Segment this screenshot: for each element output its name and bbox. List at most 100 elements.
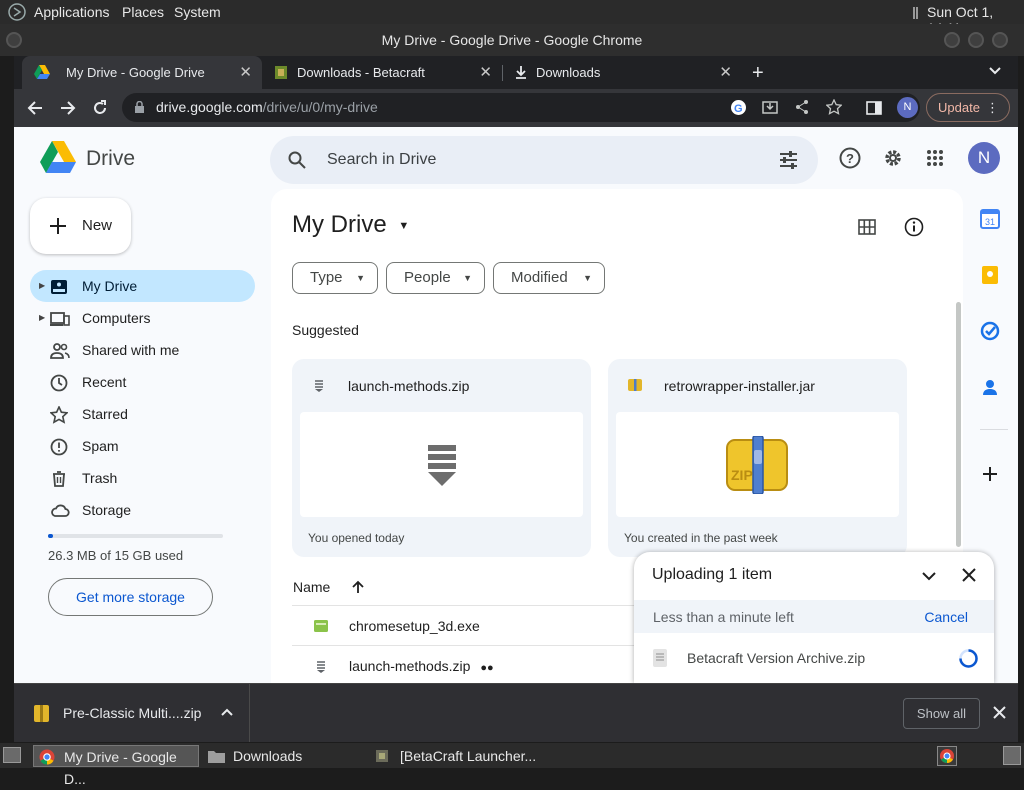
search-options-icon[interactable] [779,151,798,169]
grid-view-icon[interactable] [858,219,876,235]
update-button[interactable]: Update ⋮ [926,93,1010,122]
page-title[interactable]: My Drive ▼ [292,211,409,239]
back-arrow-icon[interactable] [26,99,44,117]
scrollbar-thumb[interactable] [956,302,961,547]
close-shelf-icon[interactable] [993,706,1006,719]
lock-icon[interactable] [134,101,145,114]
chevron-up-icon[interactable] [220,706,234,718]
sidebar-item-my-drive[interactable]: ▶ My Drive [30,270,255,302]
download-item[interactable]: Pre-Classic Multi....zip [14,684,250,742]
taskbar-item-betacraft[interactable]: [BetaCraft Launcher... [370,745,570,767]
close-icon[interactable] [961,567,977,583]
collapse-chevron-icon[interactable] [921,569,937,583]
search-icon[interactable] [288,151,306,169]
sort-arrow-up-icon[interactable] [352,580,364,594]
winzip-archive-icon: ZIP [725,436,789,494]
tasks-icon[interactable] [980,321,1000,341]
expand-caret-icon[interactable]: ▶ [39,302,45,334]
sidebar-item-starred[interactable]: Starred [30,398,255,430]
suggested-card[interactable]: retrowrapper-installer.jar ZIP You creat… [608,359,907,557]
address-bar[interactable]: drive.google.com/drive/u/0/my-drive G [122,93,920,122]
menu-applications[interactable]: Applications [34,4,110,20]
tab-downloads[interactable]: Downloads ✕ [502,56,742,89]
suggested-card[interactable]: launch-methods.zip You opened today [292,359,591,557]
keep-notes-icon[interactable] [980,265,1000,285]
google-lens-icon[interactable]: G [730,99,747,116]
url-path: /drive/u/0/my-drive [262,99,378,115]
tab-my-drive[interactable]: My Drive - Google Drive ✕ [22,56,262,89]
sidebar-item-shared-with-me[interactable]: Shared with me [30,334,255,366]
tab-downloads-betacraft[interactable]: Downloads - Betacraft ✕ [262,56,503,89]
sidebar-item-label: Storage [82,502,132,518]
card-thumbnail: ZIP [616,412,899,517]
filter-type-chip[interactable]: Type ▼ [292,262,378,294]
zip-archive-icon [427,445,457,487]
filter-people-chip[interactable]: People ▼ [386,262,485,294]
sidebar-item-spam[interactable]: Spam [30,430,255,462]
tab-search-chevron-icon[interactable] [988,64,1002,78]
details-info-icon[interactable] [904,217,924,237]
maximize-button[interactable] [968,32,984,48]
menu-system[interactable]: System [174,4,221,20]
bookmark-star-icon[interactable] [826,99,842,115]
contacts-icon[interactable] [980,377,1000,397]
search-bar[interactable]: Search in Drive [270,136,818,184]
get-more-storage-button[interactable]: Get more storage [48,578,213,616]
distro-logo-icon[interactable] [8,3,26,21]
zip-file-icon [653,649,667,667]
settings-gear-icon[interactable] [882,147,904,169]
taskbar-item-label: My Drive - Google D... [64,749,177,787]
close-tab-icon[interactable]: ✕ [239,56,252,89]
more-vert-icon[interactable]: ⋮ [986,94,999,121]
window-menu-button[interactable] [6,32,22,48]
account-avatar[interactable]: N [968,142,1000,174]
sidebar-item-computers[interactable]: ▶ Computers [30,302,255,334]
filter-modified-chip[interactable]: Modified ▼ [493,262,605,294]
menu-places[interactable]: Places [122,4,164,20]
show-desktop-icon[interactable] [3,747,21,763]
search-input[interactable]: Search in Drive [327,151,436,168]
window-titlebar[interactable]: My Drive - Google Drive - Google Chrome [0,24,1024,56]
cancel-upload-button[interactable]: Cancel [924,609,968,625]
plus-icon [49,217,67,235]
close-tab-icon[interactable]: ✕ [479,56,492,89]
taskbar-item-chrome[interactable]: My Drive - Google D... [33,745,199,787]
drive-logo-icon[interactable] [40,141,76,173]
sidebar-item-recent[interactable]: Recent [30,366,255,398]
expand-caret-icon[interactable]: ▶ [39,270,45,302]
download-shelf: Pre-Classic Multi....zip Show all [14,683,1018,742]
side-panel-icon[interactable] [866,100,882,116]
share-icon[interactable] [794,99,810,115]
apps-grid-icon[interactable] [926,149,944,167]
new-button[interactable]: New [30,198,131,254]
chip-label: Type [310,269,343,286]
minimize-button[interactable] [944,32,960,48]
sidebar-item-storage[interactable]: Storage [30,494,255,526]
tab-label: My Drive - Google Drive [66,65,205,80]
spam-icon [50,438,68,456]
profile-avatar[interactable]: N [897,97,918,118]
column-header-name[interactable]: Name [293,579,364,595]
drive-logo-text[interactable]: Drive [86,147,135,171]
show-all-downloads-button[interactable]: Show all [903,698,980,729]
tab-strip: My Drive - Google Drive ✕ Downloads - Be… [14,56,1018,89]
close-tab-icon[interactable]: ✕ [719,56,732,89]
svg-text:?: ? [846,151,854,166]
help-icon[interactable]: ? [839,147,861,169]
workspace-switcher-icon[interactable] [1003,746,1021,765]
calendar-icon[interactable]: 31 [980,209,1000,229]
sidebar-item-trash[interactable]: Trash [30,462,255,494]
reload-icon[interactable] [91,99,109,117]
my-drive-icon [50,278,68,296]
taskbar-item-downloads[interactable]: Downloads [203,745,369,767]
install-app-icon[interactable] [762,99,778,115]
close-window-button[interactable] [992,32,1008,48]
new-tab-icon[interactable]: + [752,62,764,85]
add-addon-plus-icon[interactable] [980,464,1000,484]
forward-arrow-icon[interactable] [59,99,77,117]
file-name-text: launch-methods.zip [349,658,471,674]
caret-down-icon[interactable]: ▼ [398,220,409,232]
tray-chrome-icon[interactable] [937,746,957,766]
window-title: My Drive - Google Drive - Google Chrome [381,32,643,48]
caret-down-icon: ▼ [463,273,472,283]
